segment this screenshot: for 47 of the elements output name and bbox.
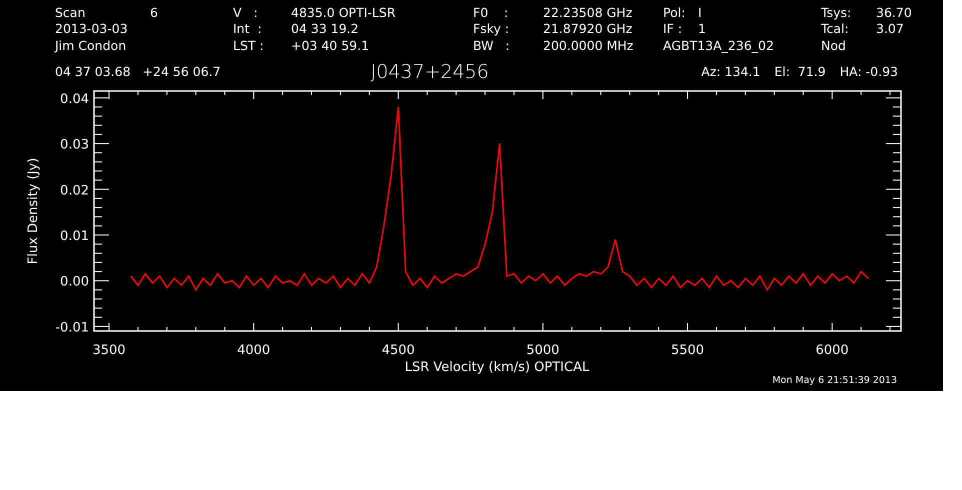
- axis-title: Flux Density (Jy): [26, 157, 41, 264]
- header-label: Scan: [55, 4, 86, 20]
- header-label: F0 :: [473, 4, 510, 20]
- tick-label: 4500: [382, 342, 415, 358]
- header-value: 4835.0 OPTI-LSR: [291, 4, 397, 20]
- source-title: J0437+2456: [370, 60, 489, 82]
- header-value: +03 40 59.1: [291, 38, 370, 53]
- pointing-value: Az: 134.1: [701, 64, 760, 79]
- tick-label: 0.04: [60, 91, 89, 106]
- header-label: Nod: [821, 38, 846, 53]
- tick-label: -0.01: [55, 320, 89, 335]
- tick-label: 5000: [526, 342, 560, 358]
- axis-title: LSR Velocity (km/s) OPTICAL: [404, 360, 590, 374]
- tick-label: 5500: [671, 342, 704, 358]
- header-label: 2013-03-03: [55, 21, 128, 36]
- tick-label: 0.00: [60, 274, 89, 290]
- header-value: 36.70: [876, 4, 912, 20]
- tick-label: 3500: [92, 342, 126, 358]
- header-value: 1: [698, 21, 707, 36]
- header-label: V :: [233, 4, 259, 20]
- tick-label: 4000: [237, 342, 270, 358]
- header-value: 04 33 19.2: [291, 21, 360, 36]
- pointing-value: HA: -0.93: [840, 64, 898, 79]
- header-label: Int :: [233, 21, 263, 36]
- header-value: 6: [150, 4, 159, 20]
- tick-label: 0.02: [60, 182, 89, 198]
- tick-label: 6000: [816, 342, 849, 358]
- header-value: I: [698, 4, 703, 20]
- declination: +24 56 06.7: [142, 64, 221, 79]
- header-label: Fsky :: [473, 21, 510, 36]
- header-label: Tsys:: [821, 4, 852, 20]
- header-value: 22.23508 GHz: [543, 4, 634, 20]
- header-value: 21.87920 GHz: [543, 21, 634, 36]
- header-label: Tcal:: [821, 21, 850, 36]
- header-value: 3.07: [876, 21, 904, 36]
- header-value: 200.0000 MHz: [543, 38, 634, 53]
- header-label: BW :: [473, 38, 511, 53]
- header-label: Jim Condon: [55, 38, 126, 53]
- header-label: IF :: [663, 21, 684, 36]
- right-ascension: 04 37 03.68: [55, 64, 131, 79]
- tick-label: 0.01: [60, 228, 89, 244]
- timestamp: Mon May 6 21:51:39 2013: [772, 374, 897, 384]
- pointing-value: El: 71.9: [774, 64, 826, 79]
- header-label: Pol:: [663, 4, 686, 20]
- header-label: AGBT13A_236_02: [663, 38, 774, 53]
- header-label: LST :: [233, 38, 265, 53]
- tick-label: 0.03: [60, 137, 89, 152]
